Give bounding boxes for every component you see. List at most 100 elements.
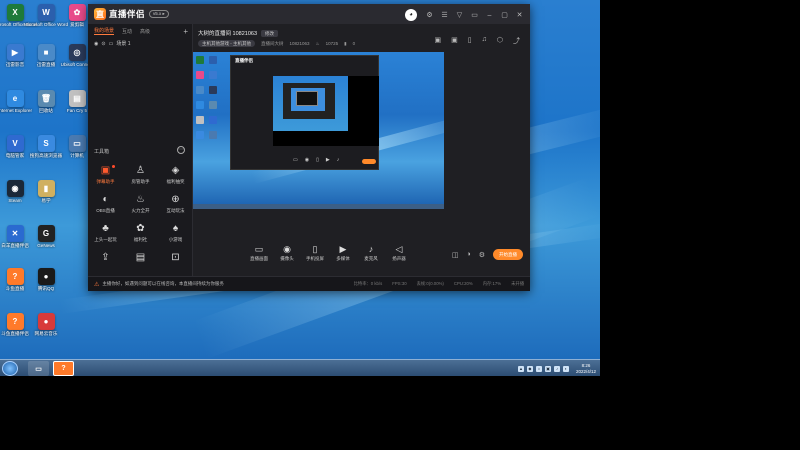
tab-my-scenes[interactable]: 我的场景	[94, 27, 115, 35]
desktop-icon-label: 易学	[41, 198, 51, 203]
desktop-icon[interactable]: ● 腾讯QQ	[33, 268, 59, 292]
toolbox-item[interactable]: ⊡	[158, 251, 193, 276]
stat-fps: FPS:30	[392, 281, 407, 286]
system-tray: ▲ ◆ ⌂ ▣ ♪ ◐ 8:26 2022/4/12	[517, 361, 596, 376]
app-icon: ▮	[37, 180, 55, 197]
tray-expand-icon[interactable]: ▲	[517, 365, 524, 372]
title-bar: 直 直播伴侣 v5.x ▸ ◕ ⚙ ☰ ▽ ▭ – ▢ ✕	[88, 4, 530, 24]
camera-button[interactable]: ◉ 摄像头	[276, 244, 298, 262]
beauty-icon[interactable]: ◑	[466, 251, 470, 258]
nested-start-button	[362, 159, 376, 164]
desktop-icon[interactable]: S 搜狗高速浏览器	[30, 135, 62, 159]
scene-item[interactable]: ◉ ⊙ ▭ 场景 1	[88, 38, 192, 49]
desktop-icon[interactable]: V 电脑管家	[2, 135, 28, 159]
desktop-icon[interactable]: ▮ 易学	[33, 180, 59, 204]
gift-icon[interactable]: ⬡	[497, 36, 503, 46]
tool-label: 房管助手	[131, 179, 150, 184]
app-logo-icon: 直	[94, 8, 106, 20]
app-icon: V	[6, 135, 24, 152]
like-count: 0	[352, 41, 356, 46]
maximize-button[interactable]: ▢	[500, 11, 509, 20]
desktop-icon[interactable]: G GeNews	[33, 225, 59, 249]
toolbox-item[interactable]: ♨ 火力全开	[123, 193, 158, 218]
start-button[interactable]	[2, 361, 18, 376]
desktop-icon[interactable]: ● 网易云音乐	[33, 313, 59, 337]
menu-icon[interactable]: ☰	[440, 11, 449, 20]
desktop-icon[interactable]: ? 斗鱼直播伴侣	[1, 313, 29, 337]
screen-capture-button[interactable]: ▭ 直播画面	[248, 244, 270, 262]
panel-tabs: 我的场景 互动 高级	[88, 24, 192, 38]
toolbox-item[interactable]: ✿ 福利社	[123, 222, 158, 247]
desktop-icon[interactable]: W Microsoft Office Word	[24, 4, 68, 28]
settings-icon[interactable]: ⚙	[479, 251, 485, 259]
tray-app-icon[interactable]: ◆	[526, 365, 533, 372]
app-icon: ●	[37, 268, 55, 285]
microphone-button[interactable]: ♪ 麦克风	[360, 244, 382, 262]
avatar[interactable]: ◕	[405, 9, 417, 21]
toolbox-item[interactable]: ◈ 福利抽奖	[158, 164, 193, 189]
version-badge[interactable]: v5.x ▸	[149, 10, 169, 18]
start-live-button[interactable]: 开始直播	[493, 249, 523, 260]
category-tag[interactable]: 主机其他游戏 - 主机其他	[198, 40, 255, 47]
eye-icon[interactable]: ◉	[94, 41, 98, 47]
toolbox-item[interactable]: ▣ 弹幕助手	[88, 164, 123, 189]
lock-icon[interactable]: ⊙	[101, 41, 105, 47]
toolbox-item[interactable]: ♣ 上头一起玩	[88, 222, 123, 247]
desktop-icon[interactable]: ▶ 迅雷影音	[2, 44, 28, 68]
preview-desktop-icon	[209, 56, 217, 64]
desktop-icon-label: 斗鱼直播伴侣	[1, 331, 29, 336]
toolbox-more-button[interactable]: ⋯	[177, 146, 185, 154]
speaker-button[interactable]: ◁ 扬声器	[388, 244, 410, 262]
desktop-icon[interactable]: ✕ 白羊直播伴侣	[1, 225, 29, 249]
toolbox-item[interactable]: ◐ OBS直播	[88, 193, 123, 218]
monitor-icon: ▭	[254, 244, 264, 254]
live-preview[interactable]: 直播伴侣 ▭ ◉ ▯ ▶ ♪	[193, 52, 444, 209]
tab-interaction[interactable]: 互动	[122, 28, 132, 35]
toolbox-item[interactable]: ▤	[123, 251, 158, 276]
tray-network-icon[interactable]: ▣	[544, 365, 551, 372]
media-button[interactable]: ▶ 多媒体	[332, 244, 354, 262]
record-icon[interactable]: ▣	[451, 36, 458, 46]
desktop-icon[interactable]: 🗑 回收站	[33, 90, 59, 114]
minimize-button[interactable]: –	[485, 11, 494, 20]
layout-icon[interactable]: ◫	[452, 251, 459, 259]
desktop-icon[interactable]: ■ 迅雷直播	[33, 44, 59, 68]
desktop-icon[interactable]: ▤ Fan Cry 5	[64, 90, 90, 114]
phone-icon[interactable]: ▯	[468, 36, 472, 46]
tool-icon: ✿	[136, 223, 145, 234]
desktop-icon[interactable]: ◎ Ubisoft Connect	[61, 44, 93, 68]
warning-icon: ⚠	[94, 281, 100, 288]
share-icon[interactable]: ⤴	[513, 36, 520, 46]
tray-app-icon[interactable]: ◐	[562, 365, 569, 372]
taskbar-item-explorer[interactable]: ▭	[28, 361, 49, 376]
settings-icon[interactable]: ⚙	[425, 11, 434, 20]
taskbar-item-douyu[interactable]: ?	[53, 361, 74, 376]
nested-toolbar-icon: ♪	[336, 157, 340, 163]
add-scene-button[interactable]: +	[183, 27, 188, 36]
desktop-icon[interactable]: ✿ 爱剪辑	[64, 4, 90, 28]
mini-mode-icon[interactable]: ▭	[470, 11, 479, 20]
clock[interactable]: 8:26 2022/4/12	[576, 363, 596, 375]
tab-advanced[interactable]: 高级	[140, 28, 150, 35]
preview-desktop-icon	[196, 116, 204, 124]
desktop-icon[interactable]: ▭ 计算机	[64, 135, 90, 159]
toolbox-item[interactable]: ♠ 小游戏	[158, 222, 193, 247]
desktop-icon[interactable]: ? 斗鱼直播	[2, 268, 28, 292]
screenshot-icon[interactable]: ▣	[435, 36, 442, 46]
desktop-icon-label: GeNews	[37, 243, 55, 248]
toolbox-item[interactable]: ♙ 房管助手	[123, 164, 158, 189]
toolbox-item[interactable]: ⊕ 互动玩法	[158, 193, 193, 218]
tool-label: 火力全开	[131, 208, 150, 213]
edit-title-button[interactable]: 修改	[261, 29, 278, 37]
tray-app-icon[interactable]: ⌂	[535, 365, 542, 372]
desktop-icon[interactable]: e Internet Explorer	[0, 90, 32, 114]
toolbox-item[interactable]: ⇪	[88, 251, 123, 276]
bell-icon[interactable]: ♫	[482, 36, 487, 46]
phone-cast-button[interactable]: ▯ 手机投屏	[304, 244, 326, 262]
desktop-icon-label: 白羊直播伴侣	[1, 243, 29, 248]
tray-volume-icon[interactable]: ♪	[553, 365, 560, 372]
close-button[interactable]: ✕	[515, 11, 524, 20]
desktop-icon[interactable]: ◉ Steam	[2, 180, 28, 204]
app-icon: ✕	[6, 225, 24, 242]
dropdown-icon[interactable]: ▽	[455, 11, 464, 20]
